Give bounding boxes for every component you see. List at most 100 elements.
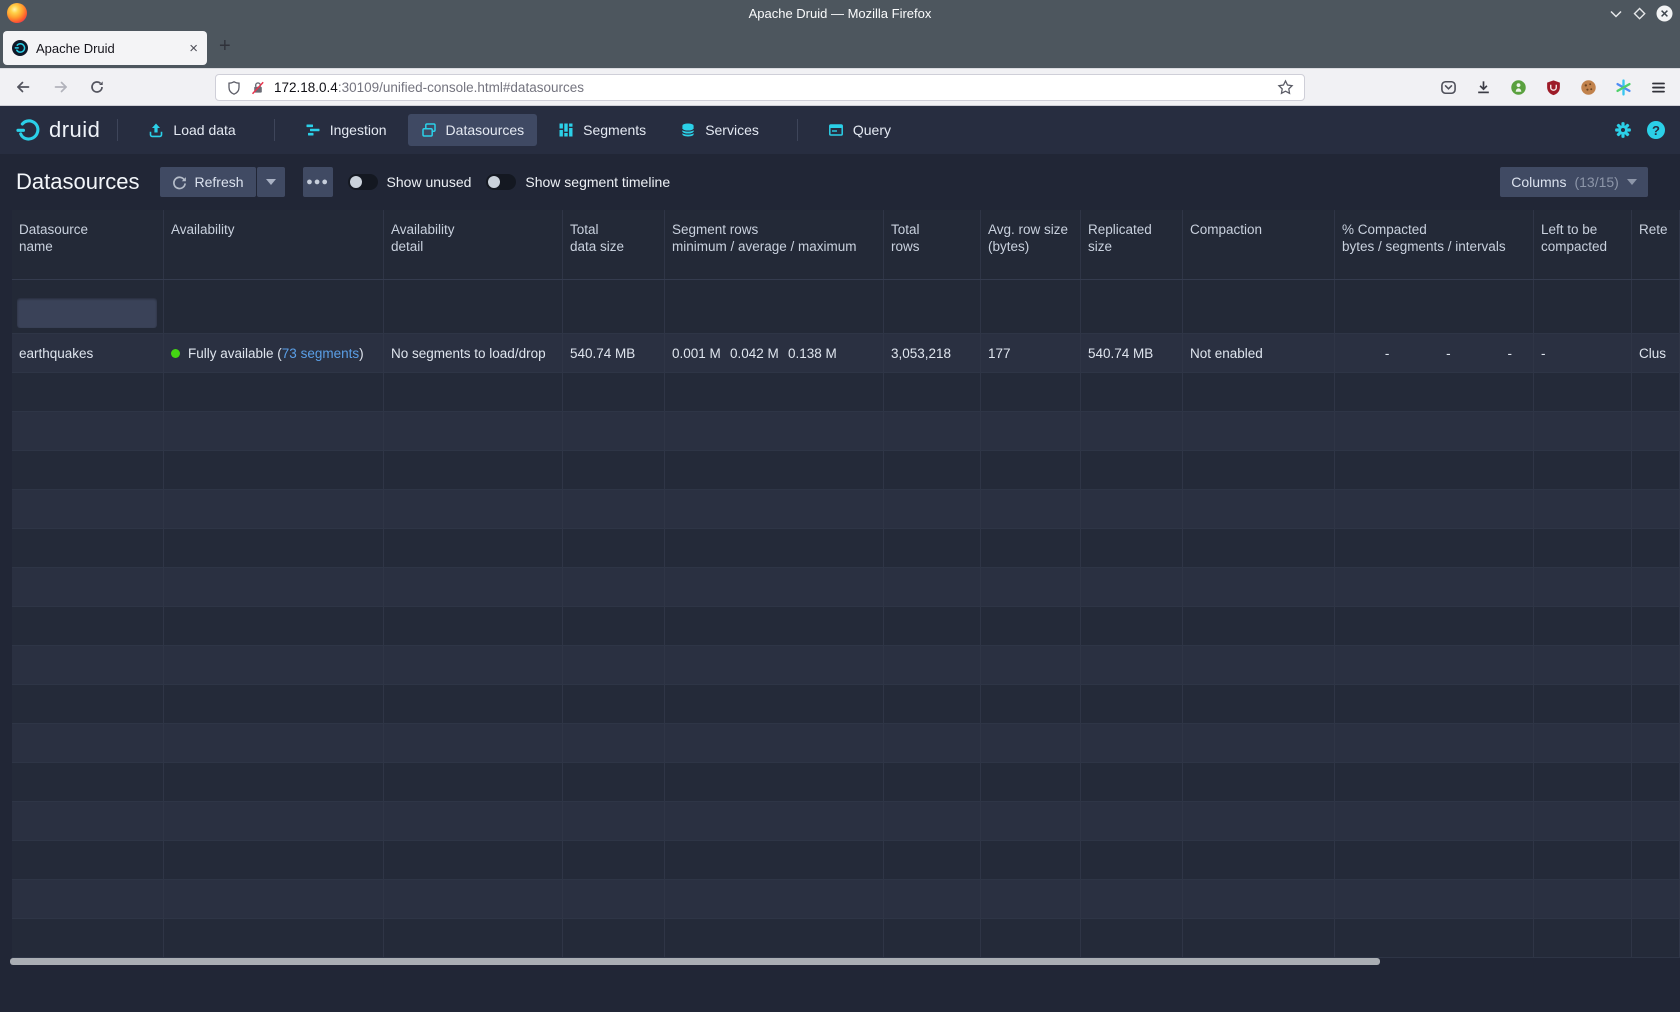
cell-datasource-name: earthquakes [12,334,164,372]
back-icon[interactable] [15,79,31,95]
nav-label: Segments [583,122,646,138]
toggle-knob [488,176,500,188]
column-header-segment-rows[interactable]: Segment rowsminimum / average / maximum [665,210,884,279]
cell-availability: Fully available (73 segments) [164,334,384,372]
cell-compaction: Not enabled [1183,334,1335,372]
column-header-total-data-size[interactable]: Totaldata size [563,210,665,279]
cell-left-to-be-compacted: - [1534,334,1632,372]
segments-icon [558,122,574,138]
show-unused-toggle[interactable] [348,174,378,190]
menu-hamburger-icon[interactable] [1650,79,1667,96]
column-header-retention[interactable]: Rete [1632,210,1680,279]
show-segment-timeline-toggle[interactable] [486,174,516,190]
table-row-empty [12,685,1680,724]
column-header-avg-row-size[interactable]: Avg. row size(bytes) [981,210,1081,279]
nav-item-query[interactable]: Query [815,114,904,146]
more-actions-button[interactable]: ●●● [303,167,333,197]
tab-title: Apache Druid [36,41,189,56]
browser-tab[interactable]: Apache Druid × [3,31,207,65]
druid-logo[interactable]: druid [15,117,100,143]
column-header-availability[interactable]: Availability [164,210,384,279]
chevron-down-icon [1627,179,1637,185]
column-header-compaction[interactable]: Compaction [1183,210,1335,279]
tab-strip: Apache Druid × + [0,27,1680,68]
tab-close-icon[interactable]: × [189,41,198,56]
cell-segment-rows: 0.001 M0.042 M0.138 M [665,334,884,372]
extension-green-icon[interactable] [1510,79,1527,96]
nav-item-segments[interactable]: Segments [545,114,659,146]
column-header-left-to-be-compacted[interactable]: Left to becompacted [1534,210,1632,279]
nav-item-services[interactable]: Services [667,114,772,146]
table-row-earthquakes[interactable]: earthquakes Fully available (73 segments… [12,334,1680,373]
nav-label: Services [705,122,759,138]
column-header-availability-detail[interactable]: Availabilitydetail [384,210,563,279]
table-row-empty [12,451,1680,490]
datasources-icon [421,122,437,138]
help-icon[interactable]: ? [1647,121,1665,139]
column-header-total-rows[interactable]: Totalrows [884,210,981,279]
refresh-options-button[interactable] [257,167,285,197]
cell-replicated-size: 540.74 MB [1081,334,1183,372]
cell-total-data-size: 540.74 MB [563,334,665,372]
cell-avg-row-size: 177 [981,334,1081,372]
table-row-empty [12,490,1680,529]
table-row-empty [12,724,1680,763]
ingestion-icon [305,122,321,138]
url-path: :30109/unified-console.html#datasources [338,80,584,95]
url-bar[interactable]: 172.18.0.4:30109/unified-console.html#da… [215,74,1305,101]
table-body: earthquakes Fully available (73 segments… [12,334,1680,958]
nav-divider [117,119,118,141]
minimize-icon[interactable] [1609,7,1623,21]
query-icon [828,122,844,138]
table-row-empty [12,607,1680,646]
table-row-empty [12,880,1680,919]
datasource-filter-input[interactable] [17,298,157,328]
reload-icon[interactable] [89,79,105,95]
page-header: Datasources Refresh ●●● Show unused Show… [0,154,1680,210]
table-row-empty [12,646,1680,685]
columns-button[interactable]: Columns (13/15) [1500,167,1648,197]
table-row-empty [12,802,1680,841]
browser-toolbar: 172.18.0.4:30109/unified-console.html#da… [0,68,1680,106]
nav-label: Datasources [446,122,525,138]
load-data-icon [148,122,164,138]
show-segment-timeline-label: Show segment timeline [525,174,670,190]
column-header-datasource-name[interactable]: Datasourcename [12,210,164,279]
pocket-icon[interactable] [1440,79,1457,96]
close-window-icon[interactable] [1656,5,1673,22]
cell-pct-compacted: --- [1335,334,1534,372]
services-icon [680,122,696,138]
nav-label: Ingestion [330,122,387,138]
nav-divider [274,119,275,141]
settings-gear-icon[interactable] [1614,121,1632,139]
datasources-table: Datasourcename Availability Availability… [12,210,1680,958]
column-header-pct-compacted[interactable]: % Compactedbytes / segments / intervals [1335,210,1534,279]
nav-divider [797,119,798,141]
brand-text: druid [49,117,100,143]
forward-icon[interactable] [53,79,69,95]
ublock-shield-icon[interactable] [1545,79,1562,96]
show-unused-label: Show unused [387,174,472,190]
extension-asterisk-icon[interactable] [1615,79,1632,96]
nav-item-load-data[interactable]: Load data [135,114,248,146]
table-row-empty [12,919,1680,958]
cell-availability-detail: No segments to load/drop [384,334,563,372]
nav-item-datasources[interactable]: Datasources [408,114,538,146]
cookie-extension-icon[interactable] [1580,79,1597,96]
table-row-empty [12,841,1680,880]
druid-swirl-icon [15,117,42,143]
bookmark-star-icon[interactable] [1277,79,1294,96]
filter-cell [12,280,164,333]
new-tab-button[interactable]: + [219,35,231,58]
refresh-button[interactable]: Refresh [160,167,256,197]
horizontal-scrollbar[interactable] [10,958,1380,965]
nav-item-ingestion[interactable]: Ingestion [292,114,400,146]
available-status-dot [171,349,180,358]
downloads-icon[interactable] [1475,79,1492,96]
segments-link[interactable]: 73 segments [282,346,359,361]
column-header-replicated-size[interactable]: Replicatedsize [1081,210,1183,279]
insecure-lock-icon[interactable] [250,80,266,96]
table-row-empty [12,568,1680,607]
maximize-icon[interactable] [1632,6,1647,21]
tracking-shield-icon[interactable] [226,80,242,96]
